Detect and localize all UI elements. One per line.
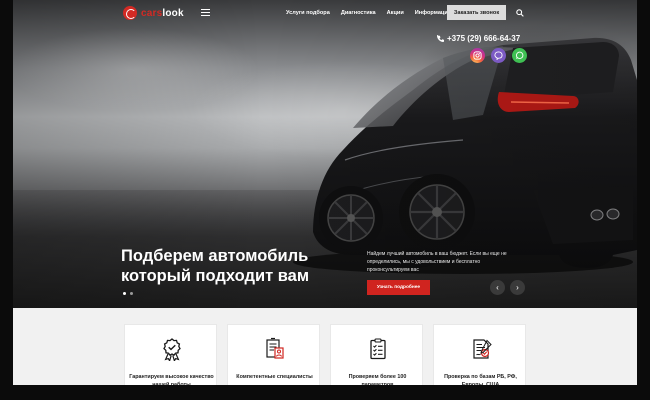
nav-item-promotions[interactable]: Акции (387, 10, 404, 16)
slider-next-button[interactable]: › (510, 280, 525, 295)
phone-contact[interactable]: +375 (29) 666-64-37 (437, 34, 520, 43)
feature-text-parameters: Проверяем более 100 параметров (348, 374, 407, 385)
slider-prev-button[interactable]: ‹ (490, 280, 505, 295)
chevron-left-icon: ‹ (496, 282, 499, 292)
site-header: carslook Услуги подбора Диагностика Акци… (13, 0, 637, 28)
chevron-right-icon: › (516, 282, 519, 292)
nav-item-selection[interactable]: Услуги подбора (286, 10, 330, 16)
learn-more-button[interactable]: Узнать подробнее (367, 280, 430, 295)
slider-dot-1[interactable] (123, 292, 126, 295)
hero-headline: Подберем автомобиль который подходит вам (121, 246, 351, 286)
contract-check-icon (473, 339, 492, 359)
slider-dot-2[interactable] (130, 292, 133, 295)
slider-dots (123, 292, 133, 295)
viber-icon[interactable] (491, 48, 506, 63)
features-section: Гарантируем высокое качество нашей работ… (13, 308, 637, 385)
search-icon[interactable] (516, 9, 524, 17)
logo-text: carslook (141, 8, 184, 19)
feature-text-databases: Проверка по базам РБ, РФ, Европы, США (444, 374, 517, 385)
nav-item-information[interactable]: Информация (415, 10, 451, 16)
instagram-icon[interactable] (470, 48, 485, 63)
phone-number: +375 (29) 666-64-37 (447, 34, 521, 43)
browser-frame: carslook Услуги подбора Диагностика Акци… (0, 0, 650, 400)
logo-icon (123, 6, 137, 20)
whatsapp-icon[interactable] (512, 48, 527, 63)
feature-card-databases: Проверка по базам РБ, РФ, Европы, США (433, 324, 526, 385)
hero-slider: carslook Услуги подбора Диагностика Акци… (13, 0, 637, 308)
site-logo[interactable]: carslook (123, 5, 184, 21)
hero-description: Найдем лучший автомобиль в ваш бюджет. Е… (367, 251, 507, 273)
award-badge-icon (163, 338, 181, 361)
page: carslook Услуги подбора Диагностика Акци… (13, 0, 637, 385)
checklist-icon (370, 338, 386, 360)
social-links (470, 48, 527, 63)
feature-card-parameters: Проверяем более 100 параметров (330, 324, 423, 385)
phone-icon (437, 35, 444, 42)
feature-text-specialists: Компетентные специалисты (236, 374, 313, 380)
request-call-button[interactable]: Заказать звонок (447, 5, 506, 20)
feature-card-specialists: Компетентные специалисты (227, 324, 320, 385)
main-nav: Услуги подбора Диагностика Акции Информа… (286, 10, 451, 16)
hero-headline-line1: Подберем автомобиль (121, 247, 309, 265)
nav-item-diagnostics[interactable]: Диагностика (341, 10, 376, 16)
logo-text-part2: look (162, 7, 184, 19)
specialist-document-icon (266, 337, 284, 359)
feature-text-quality: Гарантируем высокое качество нашей работ… (129, 374, 214, 385)
menu-icon[interactable] (201, 9, 210, 16)
logo-text-part1: cars (141, 7, 163, 19)
feature-card-quality: Гарантируем высокое качество нашей работ… (124, 324, 217, 385)
hero-headline-line2: который подходит вам (121, 267, 310, 285)
